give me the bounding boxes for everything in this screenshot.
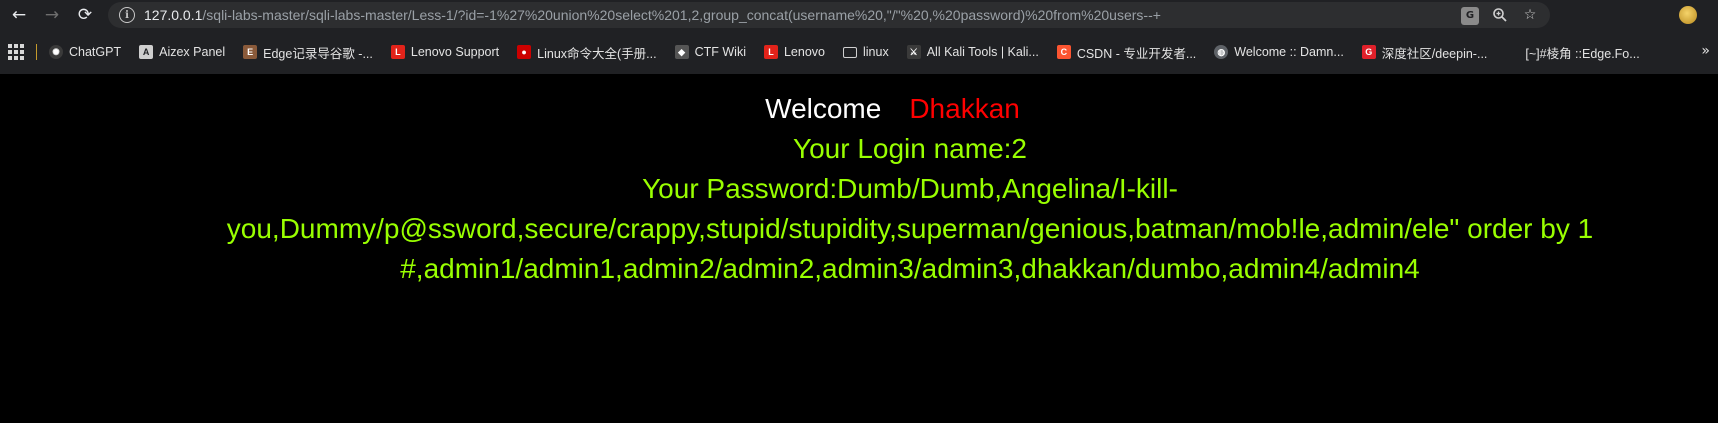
folder-icon [843,46,857,58]
globe-icon: ◍ [1214,45,1229,59]
bookmark-label: CSDN - 专业开发者... [1076,46,1197,61]
bookmark-item[interactable]: C CSDN - 专业开发者... [1056,43,1197,62]
login-name-line: Your Login name:2 [792,133,1028,164]
aizex-icon: A [139,45,154,59]
back-arrow-icon[interactable]: ← [5,1,33,29]
site-info-icon[interactable]: i [119,7,135,23]
lenovo-icon: L [390,45,405,59]
bookmark-label: Lenovo [783,45,825,59]
kali-icon: ⚔ [906,45,921,59]
bookmark-label: Linux命令大全(手册... [537,46,657,61]
bookmarks-bar: ✺ ChatGPT A Aizex Panel E Edge记录导谷歌 -... L Leno… [0,30,1718,74]
chatgpt-icon: ✺ [49,45,63,59]
bookmark-item[interactable]: ✺ ChatGPT [49,45,121,59]
bookmark-label: [~]#棱角 ::Edge.Fo... [1525,46,1640,61]
lenovo-icon: L [763,45,778,59]
password-line: #,admin1/admin1,admin2/admin2,admin3/adm… [400,253,1420,284]
translate-icon[interactable]: G [1460,5,1480,25]
bookmark-label: CTF Wiki [694,45,746,59]
apps-grid-icon[interactable] [8,44,24,60]
bookmark-label: 深度社区/deepin-... [1381,46,1488,61]
bookmark-label: ChatGPT [69,45,122,59]
profile-avatar-icon[interactable] [1679,6,1697,24]
bookmarks-separator [36,44,37,60]
bookmark-item[interactable]: ◍ Welcome :: Damn... [1214,45,1344,59]
bookmark-item[interactable]: [~]#棱角 ::Edge.Fo... [1505,43,1640,62]
redhat-icon: ● [517,45,532,59]
more-bookmarks-icon[interactable]: » [1701,43,1710,59]
bookmark-item[interactable]: L Lenovo [763,45,825,59]
password-line: Your Password:Dumb/Dumb,Angelina/I-kill- [642,173,1178,204]
bookmark-label: Aizex Panel [159,45,226,59]
zoom-icon[interactable] [1490,5,1510,25]
bookmark-label: Welcome :: Damn... [1234,45,1344,59]
address-bar-actions: G ☆ [1460,5,1540,25]
forward-arrow-icon[interactable]: → [38,1,66,29]
url-path: /sqli-labs-master/sqli-labs-master/Less-… [202,7,1161,23]
url-host: 127.0.0.1 [144,7,203,23]
bookmark-item[interactable]: A Aizex Panel [139,45,225,59]
csdn-icon: C [1056,45,1071,59]
reload-icon[interactable]: ⟳ [71,1,99,29]
user-name: Dhakkan [909,93,1020,124]
bookmark-list: ✺ ChatGPT A Aizex Panel E Edge记录导谷歌 -... L Leno… [49,43,1658,62]
bookmark-label: linux [863,45,889,59]
welcome-text: Welcome [765,93,882,124]
bookmark-item[interactable]: G 深度社区/deepin-... [1361,43,1488,62]
url-text[interactable]: 127.0.0.1/sqli-labs-master/sqli-labs-mas… [144,7,1244,23]
bookmark-item[interactable]: linux [843,45,889,59]
password-line: you,Dummy/p@ssword,secure/crappy,stupid/… [226,213,1594,244]
bookmark-item[interactable]: ◆ CTF Wiki [674,45,746,59]
page-content: Welcome Dhakkan Your Login name:2 Your Pa… [115,89,1705,289]
deepin-icon: G [1361,45,1376,59]
edge-forum-icon [1505,45,1520,59]
welcome-line: Welcome Dhakkan [80,89,1705,129]
bookmark-item[interactable]: E Edge记录导谷歌 -... [243,43,373,62]
bookmark-star-icon[interactable]: ☆ [1520,5,1540,25]
ctf-wiki-icon: ◆ [674,45,689,59]
address-bar[interactable]: i 127.0.0.1/sqli-labs-master/sqli-labs-m… [108,2,1550,28]
bookmark-item[interactable]: ⚔ All Kali Tools | Kali... [906,45,1039,59]
bookmark-item[interactable]: L Lenovo Support [390,45,500,59]
bookmark-item[interactable]: ● Linux命令大全(手册... [517,43,657,62]
bookmark-label: All Kali Tools | Kali... [926,45,1039,59]
bookmark-label: Edge记录导谷歌 -... [263,46,373,61]
browser-toolbar: ← → ⟳ i 127.0.0.1/sqli-labs-master/sqli-… [0,0,1718,30]
bookmark-label: Lenovo Support [410,45,500,59]
edge-record-icon: E [243,45,258,59]
